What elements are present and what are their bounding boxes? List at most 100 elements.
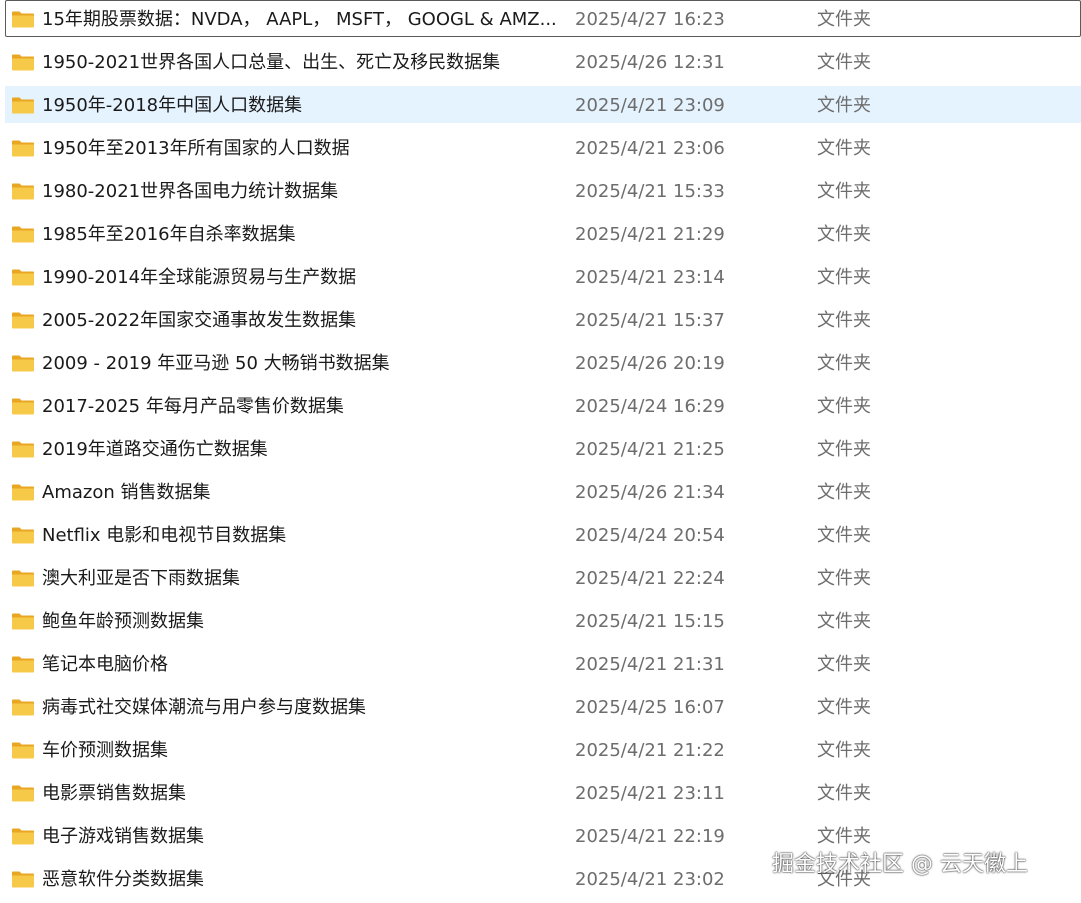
- file-name: 1985年至2016年自杀率数据集: [42, 224, 296, 245]
- modified-date: 2025/4/21 21:25: [575, 439, 725, 460]
- file-name: Amazon 销售数据集: [42, 482, 211, 503]
- modified-date: 2025/4/21 15:37: [575, 310, 725, 331]
- file-row[interactable]: 电影票销售数据集 2025/4/21 23:11 文件夹: [5, 774, 1081, 811]
- modified-date: 2025/4/24 16:29: [575, 396, 725, 417]
- file-row[interactable]: Netflix 电影和电视节目数据集 2025/4/24 20:54 文件夹: [5, 516, 1081, 553]
- folder-icon: [12, 527, 34, 544]
- file-type: 文件夹: [817, 310, 871, 331]
- file-row[interactable]: 2005-2022年国家交通事故发生数据集 2025/4/21 15:37 文件…: [5, 301, 1081, 338]
- modified-date: 2025/4/21 23:02: [575, 869, 725, 890]
- file-name: 15年期股票数据：NVDA， AAPL， MSFT， GOOGL & AMZ..…: [42, 9, 557, 30]
- file-type: 文件夹: [817, 783, 871, 804]
- file-name: 恶意软件分类数据集: [42, 869, 204, 890]
- file-name: 1950年至2013年所有国家的人口数据: [42, 138, 350, 159]
- file-type: 文件夹: [817, 9, 871, 30]
- modified-date: 2025/4/21 15:33: [575, 181, 725, 202]
- file-type: 文件夹: [817, 224, 871, 245]
- modified-date: 2025/4/27 16:23: [575, 9, 725, 30]
- file-row[interactable]: 1950年-2018年中国人口数据集 2025/4/21 23:09 文件夹: [5, 86, 1081, 123]
- file-name: 2005-2022年国家交通事故发生数据集: [42, 310, 357, 331]
- folder-icon: [12, 183, 34, 200]
- file-type: 文件夹: [817, 697, 871, 718]
- file-name: 病毒式社交媒体潮流与用户参与度数据集: [42, 697, 366, 718]
- file-row[interactable]: 1985年至2016年自杀率数据集 2025/4/21 21:29 文件夹: [5, 215, 1081, 252]
- file-name: 电影票销售数据集: [42, 783, 186, 804]
- file-type: 文件夹: [817, 439, 871, 460]
- modified-date: 2025/4/26 21:34: [575, 482, 725, 503]
- file-row[interactable]: 澳大利亚是否下雨数据集 2025/4/21 22:24 文件夹: [5, 559, 1081, 596]
- file-type: 文件夹: [817, 740, 871, 761]
- file-row[interactable]: 1980-2021世界各国电力统计数据集 2025/4/21 15:33 文件夹: [5, 172, 1081, 209]
- file-name: 1950-2021世界各国人口总量、出生、死亡及移民数据集: [42, 52, 501, 73]
- file-row[interactable]: 1950-2021世界各国人口总量、出生、死亡及移民数据集 2025/4/26 …: [5, 43, 1081, 80]
- file-type: 文件夹: [817, 267, 871, 288]
- file-type: 文件夹: [817, 181, 871, 202]
- folder-icon: [12, 484, 34, 501]
- modified-date: 2025/4/21 23:06: [575, 138, 725, 159]
- folder-icon: [12, 54, 34, 71]
- file-name: 1950年-2018年中国人口数据集: [42, 95, 303, 116]
- file-type: 文件夹: [817, 138, 871, 159]
- folder-icon: [12, 613, 34, 630]
- folder-icon: [12, 11, 34, 28]
- file-type: 文件夹: [817, 52, 871, 73]
- watermark: 掘金技术社区 @ 云天徽上: [772, 852, 1028, 877]
- folder-icon: [12, 828, 34, 845]
- modified-date: 2025/4/21 21:29: [575, 224, 725, 245]
- modified-date: 2025/4/21 22:24: [575, 568, 725, 589]
- folder-icon: [12, 570, 34, 587]
- folder-icon: [12, 742, 34, 759]
- file-name: 笔记本电脑价格: [42, 654, 168, 675]
- file-type: 文件夹: [817, 353, 871, 374]
- file-name: 电子游戏销售数据集: [42, 826, 204, 847]
- file-row[interactable]: 1950年至2013年所有国家的人口数据 2025/4/21 23:06 文件夹: [5, 129, 1081, 166]
- file-type: 文件夹: [817, 95, 871, 116]
- file-name: 车价预测数据集: [42, 740, 168, 761]
- file-name: 1990-2014年全球能源贸易与生产数据: [42, 267, 357, 288]
- folder-icon: [12, 441, 34, 458]
- file-row[interactable]: Amazon 销售数据集 2025/4/26 21:34 文件夹: [5, 473, 1081, 510]
- modified-date: 2025/4/21 21:31: [575, 654, 725, 675]
- file-type: 文件夹: [817, 654, 871, 675]
- folder-icon: [12, 226, 34, 243]
- file-row[interactable]: 车价预测数据集 2025/4/21 21:22 文件夹: [5, 731, 1081, 768]
- folder-icon: [12, 140, 34, 157]
- file-row[interactable]: 2019年道路交通伤亡数据集 2025/4/21 21:25 文件夹: [5, 430, 1081, 467]
- modified-date: 2025/4/21 23:14: [575, 267, 725, 288]
- modified-date: 2025/4/21 23:11: [575, 783, 725, 804]
- file-row[interactable]: 1990-2014年全球能源贸易与生产数据 2025/4/21 23:14 文件…: [5, 258, 1081, 295]
- modified-date: 2025/4/21 22:19: [575, 826, 725, 847]
- modified-date: 2025/4/24 20:54: [575, 525, 725, 546]
- file-type: 文件夹: [817, 611, 871, 632]
- file-row[interactable]: 15年期股票数据：NVDA， AAPL， MSFT， GOOGL & AMZ..…: [5, 0, 1081, 37]
- file-row[interactable]: 鲍鱼年龄预测数据集 2025/4/21 15:15 文件夹: [5, 602, 1081, 639]
- folder-icon: [12, 355, 34, 372]
- folder-icon: [12, 699, 34, 716]
- folder-icon: [12, 656, 34, 673]
- file-name: 鲍鱼年龄预测数据集: [42, 611, 204, 632]
- file-row[interactable]: 2009 - 2019 年亚马逊 50 大畅销书数据集 2025/4/26 20…: [5, 344, 1081, 381]
- file-row[interactable]: 笔记本电脑价格 2025/4/21 21:31 文件夹: [5, 645, 1081, 682]
- file-name: 1980-2021世界各国电力统计数据集: [42, 181, 339, 202]
- modified-date: 2025/4/21 23:09: [575, 95, 725, 116]
- modified-date: 2025/4/25 16:07: [575, 697, 725, 718]
- file-name: 2009 - 2019 年亚马逊 50 大畅销书数据集: [42, 353, 390, 374]
- folder-icon: [12, 312, 34, 329]
- folder-icon: [12, 785, 34, 802]
- file-type: 文件夹: [817, 525, 871, 546]
- file-type: 文件夹: [817, 396, 871, 417]
- file-row[interactable]: 病毒式社交媒体潮流与用户参与度数据集 2025/4/25 16:07 文件夹: [5, 688, 1081, 725]
- modified-date: 2025/4/26 12:31: [575, 52, 725, 73]
- file-name: Netflix 电影和电视节目数据集: [42, 525, 287, 546]
- folder-icon: [12, 97, 34, 114]
- file-type: 文件夹: [817, 482, 871, 503]
- file-name: 2019年道路交通伤亡数据集: [42, 439, 268, 460]
- folder-icon: [12, 269, 34, 286]
- modified-date: 2025/4/26 20:19: [575, 353, 725, 374]
- modified-date: 2025/4/21 21:22: [575, 740, 725, 761]
- file-row[interactable]: 2017-2025 年每月产品零售价数据集 2025/4/24 16:29 文件…: [5, 387, 1081, 424]
- folder-icon: [12, 398, 34, 415]
- file-list: 15年期股票数据：NVDA， AAPL， MSFT， GOOGL & AMZ..…: [5, 0, 1081, 903]
- file-name: 澳大利亚是否下雨数据集: [42, 568, 240, 589]
- file-name: 2017-2025 年每月产品零售价数据集: [42, 396, 344, 417]
